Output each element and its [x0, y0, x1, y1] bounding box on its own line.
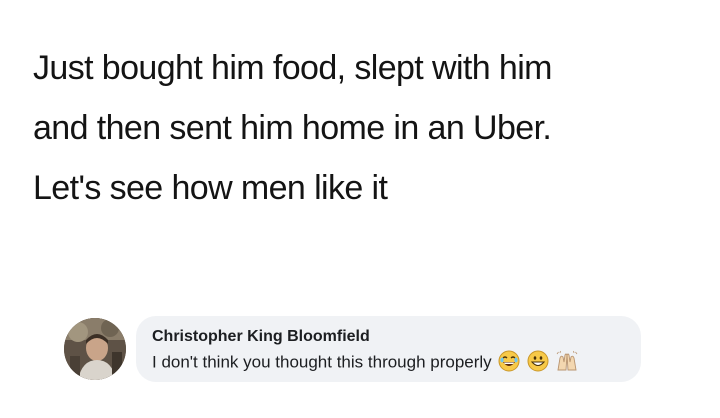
comment: Christopher King Bloomfield I don't thin…: [64, 308, 664, 388]
comment-bubble: Christopher King Bloomfield I don't thin…: [136, 316, 641, 382]
comment-text: I don't think you thought this through p…: [152, 352, 492, 372]
avatar[interactable]: [64, 318, 126, 380]
post-text-line-2: and then sent him home in an Uber.: [33, 109, 552, 147]
laughing-face-emoji-icon: [498, 350, 520, 372]
raised-hands-emoji-icon: [556, 350, 578, 372]
comment-author-name[interactable]: Christopher King Bloomfield: [152, 328, 370, 346]
post-text: Just bought him food, slept with him and…: [33, 38, 703, 218]
comment-body: I don't think you thought this through p…: [152, 350, 578, 374]
grinning-face-emoji-icon: [527, 350, 549, 372]
post-text-line-3: Let's see how men like it: [33, 169, 388, 207]
post-text-line-1: Just bought him food, slept with him: [33, 49, 553, 87]
